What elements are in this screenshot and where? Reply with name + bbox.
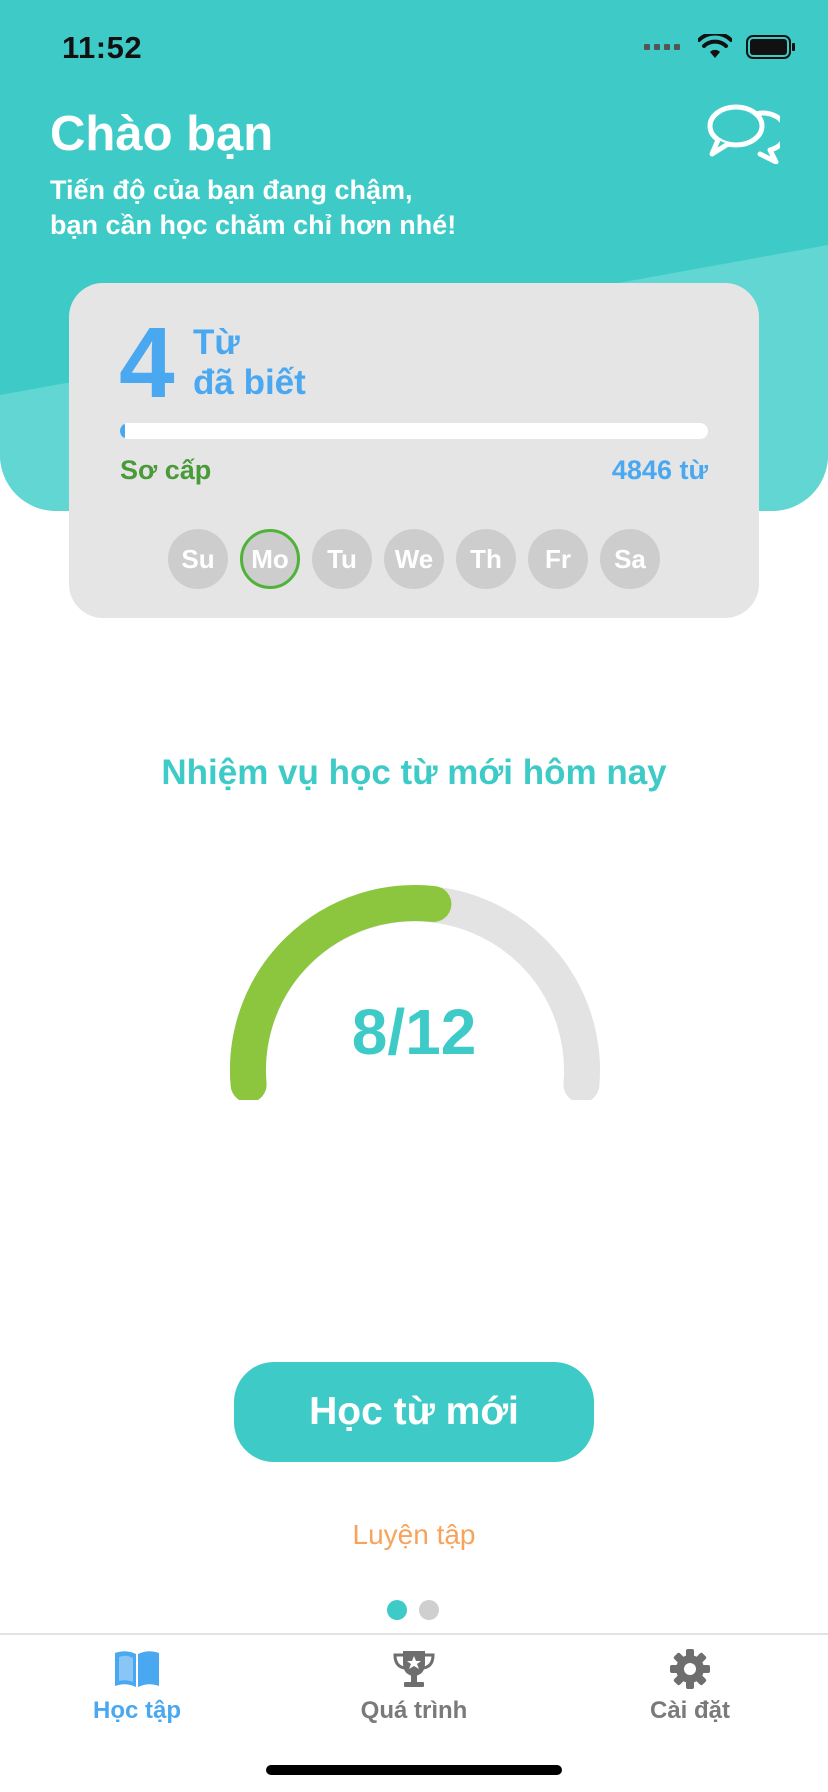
subtitle-line-1: Tiến độ của bạn đang chậm, <box>50 175 413 205</box>
page-dot-1[interactable] <box>387 1600 407 1620</box>
day-we: We <box>384 529 444 589</box>
learn-new-words-button[interactable]: Học từ mới <box>234 1362 594 1462</box>
day-th: Th <box>456 529 516 589</box>
level-progress-fill <box>120 423 125 439</box>
tab-label-qua-trinh: Quá trình <box>360 1697 468 1724</box>
practice-link[interactable]: Luyện tập <box>0 1519 828 1551</box>
page-dot-2[interactable] <box>419 1600 439 1620</box>
tab-qua-trinh[interactable]: Quá trình <box>314 1649 514 1725</box>
tab-label-hoc-tap: Học tập <box>92 1697 181 1724</box>
trophy-icon <box>393 1651 435 1687</box>
gear-icon <box>670 1649 710 1689</box>
wifi-icon <box>698 34 732 58</box>
level-word-total: 4846 từ <box>611 455 708 485</box>
stats-card: 4 Từ đã biết Sơ cấp 4846 từ Su Mo Tu We … <box>69 283 759 618</box>
day-su: Su <box>168 529 228 589</box>
daily-task-title: Nhiệm vụ học từ mới hôm nay <box>161 753 667 792</box>
known-words-count: 4 <box>119 307 175 419</box>
cellular-signal-icon <box>644 44 680 50</box>
status-time: 11:52 <box>62 30 143 65</box>
day-sa: Sa <box>600 529 660 589</box>
level-name: Sơ cấp <box>120 455 212 485</box>
tab-label-cai-dat: Cài đặt <box>649 1697 730 1724</box>
known-words-label-line-1: Từ <box>193 323 240 362</box>
battery-icon <box>746 35 795 59</box>
day-tu: Tu <box>312 529 372 589</box>
subtitle-line-2: bạn cần học chăm chỉ hơn nhé! <box>50 210 457 240</box>
known-words-label-line-2: đã biết <box>193 363 306 402</box>
greeting-title: Chào bạn <box>50 107 274 161</box>
day-fr: Fr <box>528 529 588 589</box>
home-indicator <box>266 1765 562 1775</box>
tab-hoc-tap[interactable]: Học tập <box>37 1649 237 1725</box>
tab-cai-dat[interactable]: Cài đặt <box>590 1649 790 1725</box>
day-mo: Mo <box>240 529 300 589</box>
level-progress-bar <box>120 423 708 439</box>
book-icon <box>115 1651 159 1687</box>
chat-button[interactable] <box>706 104 789 165</box>
page-indicator <box>387 1600 439 1620</box>
daily-progress-value: 8/12 <box>351 996 477 1068</box>
weekday-streak: Su Mo Tu We Th Fr Sa <box>168 529 660 589</box>
chat-bubbles-icon <box>707 104 789 165</box>
status-icons <box>644 34 796 60</box>
